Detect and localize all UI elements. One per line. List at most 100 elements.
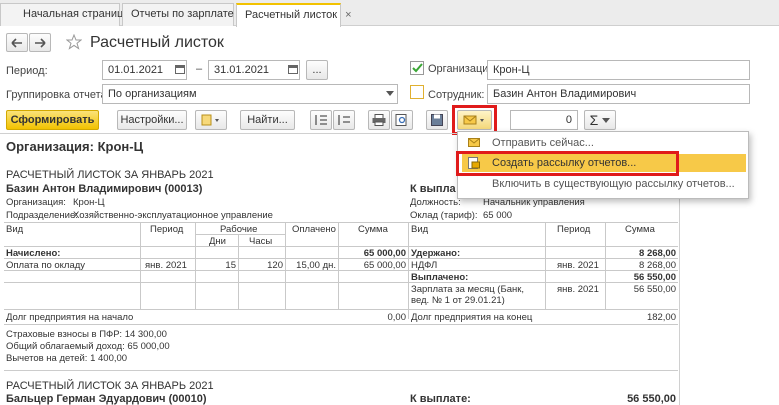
grouping-select[interactable]: По организациям <box>102 84 398 104</box>
menu-item-label: Включить в существующую рассылку отчетов… <box>492 178 735 190</box>
back-button[interactable] <box>6 33 28 52</box>
department-value: Хозяйственно-эксплуатационное управление <box>73 210 273 221</box>
period-label: Период: <box>6 65 48 77</box>
sheet-title: РАСЧЕТНЫЙ ЛИСТОК ЗА ЯНВАРЬ 2021 <box>6 169 214 181</box>
employee-checkbox[interactable] <box>410 85 424 99</box>
print-button[interactable] <box>368 110 390 130</box>
organization-value: Крон-Ц <box>493 64 530 76</box>
collapse-icon <box>338 115 350 125</box>
period-select-label: ... <box>312 64 322 76</box>
employee-label: Сотрудник: <box>428 89 485 101</box>
report-org-header: Организация: Крон-Ц <box>6 139 144 154</box>
arrow-right-icon <box>35 37 46 48</box>
col-period: Период <box>150 224 184 235</box>
menu-item-send-now[interactable]: Отправить сейчас... <box>462 135 746 151</box>
envelope-icon <box>468 138 480 147</box>
collapse-groups-button[interactable] <box>333 110 355 130</box>
row-hours: 120 <box>267 260 283 271</box>
salary-month-line2: вед. № 1 от 29.01.21) <box>411 295 505 306</box>
col-working: Рабочие <box>220 224 258 235</box>
salary-month-sum: 56 550,00 <box>633 284 676 295</box>
preview-icon <box>395 114 407 126</box>
expand-groups-button[interactable] <box>310 110 332 130</box>
salary-rate-value: 65 000 <box>483 210 513 221</box>
ndfl-period: янв. 2021 <box>557 260 599 271</box>
calendar-icon[interactable] <box>175 64 185 74</box>
accrued-label: Начислено: <box>6 248 61 259</box>
to-pay-sum: 56 550,00 <box>627 393 676 405</box>
preview-button[interactable] <box>391 110 413 130</box>
tab-salary-reports[interactable]: Отчеты по зарплате× <box>122 3 248 26</box>
period-select-button[interactable]: ... <box>306 60 328 80</box>
date-to-input[interactable]: 31.01.2021 <box>208 60 300 80</box>
save-button[interactable] <box>426 110 448 130</box>
sum-indicator-field: 0 <box>510 110 578 130</box>
employee-name: Бальцер Герман Эдуардович (00010) <box>6 393 207 405</box>
col-kind: Вид <box>6 224 24 235</box>
paid-sum: 56 550,00 <box>633 272 676 283</box>
tab-label: Начальная страница <box>23 8 130 20</box>
grouping-value: По организациям <box>108 88 197 100</box>
arrow-left-icon <box>11 37 22 48</box>
row-paid: 15,00 дн. <box>296 260 336 271</box>
col-sum-2: Сумма <box>625 224 655 235</box>
debt-end-label: Долг предприятия на конец <box>411 312 533 323</box>
printer-icon <box>372 114 386 126</box>
row-period: янв. 2021 <box>145 260 187 271</box>
col-paid: Оплачено <box>292 224 336 235</box>
page-title: Расчетный листок <box>90 34 224 51</box>
position-label: Должность: <box>410 197 461 208</box>
col-period-2: Период <box>557 224 591 235</box>
org-value: Крон-Ц <box>73 197 105 208</box>
row-days: 15 <box>225 260 236 271</box>
chevron-down-icon <box>602 117 611 123</box>
col-days: Дни <box>209 236 226 247</box>
close-icon[interactable]: × <box>345 9 351 21</box>
ndfl-kind: НДФЛ <box>411 260 438 271</box>
to-pay-label: К выпла <box>410 183 456 195</box>
settings-label: Настройки... <box>120 114 184 126</box>
paid-label: Выплачено: <box>411 272 469 283</box>
debt-start-label: Долг предприятия на начало <box>6 312 134 323</box>
date-to-value: 31.01.2021 <box>214 64 270 76</box>
pfr-contributions: Страховые взносы в ПФР: 14 300,00 <box>6 329 167 340</box>
variants-button[interactable] <box>195 110 227 130</box>
date-dash: – <box>196 63 203 75</box>
check-icon <box>412 63 423 73</box>
menu-item-label: Отправить сейчас... <box>492 137 594 149</box>
date-from-value: 01.01.2021 <box>108 64 164 76</box>
row-sum: 65 000,00 <box>363 260 406 271</box>
sheet-title: РАСЧЕТНЫЙ ЛИСТОК ЗА ЯНВАРЬ 2021 <box>6 380 214 392</box>
tab-payslip[interactable]: Расчетный листок × <box>236 3 352 27</box>
col-sum: Сумма <box>358 224 388 235</box>
calendar-icon[interactable] <box>288 64 298 74</box>
floppy-icon <box>431 114 443 126</box>
forward-button[interactable] <box>29 33 51 52</box>
department-label: Подразделение: <box>6 210 78 221</box>
organization-checkbox[interactable] <box>410 61 424 75</box>
employee-name: Базин Антон Владимирович (00013) <box>6 183 203 195</box>
chevron-down-icon[interactable] <box>386 91 394 96</box>
organization-input[interactable]: Крон-Ц <box>487 60 750 80</box>
tab-home[interactable]: Начальная страница <box>0 3 129 26</box>
org-label: Организация: <box>6 197 66 208</box>
employee-input[interactable]: Базин Антон Владимирович <box>487 84 750 104</box>
settings-button[interactable]: Настройки... <box>117 110 187 130</box>
col-hours: Часы <box>249 236 273 247</box>
generate-button[interactable]: Сформировать <box>6 110 99 130</box>
sum-button[interactable]: Σ <box>584 110 616 130</box>
find-label: Найти... <box>247 114 288 126</box>
col-kind-2: Вид <box>411 224 429 235</box>
tab-label: Отчеты по зарплате <box>131 8 234 20</box>
debt-end-sum: 182,00 <box>646 312 676 323</box>
debt-start-sum: 0,00 <box>387 312 407 323</box>
grouping-label: Группировка отчета: <box>6 89 110 101</box>
accrued-sum: 65 000,00 <box>363 248 406 259</box>
star-icon[interactable] <box>66 34 82 50</box>
report-variants-icon <box>201 114 219 126</box>
to-pay-label: К выплате: <box>410 393 471 405</box>
menu-item-add-to-mailing[interactable]: Включить в существующую рассылку отчетов… <box>462 176 746 192</box>
sigma-icon: Σ <box>589 112 599 128</box>
employee-value: Базин Антон Владимирович <box>493 88 637 100</box>
find-button[interactable]: Найти... <box>240 110 295 130</box>
